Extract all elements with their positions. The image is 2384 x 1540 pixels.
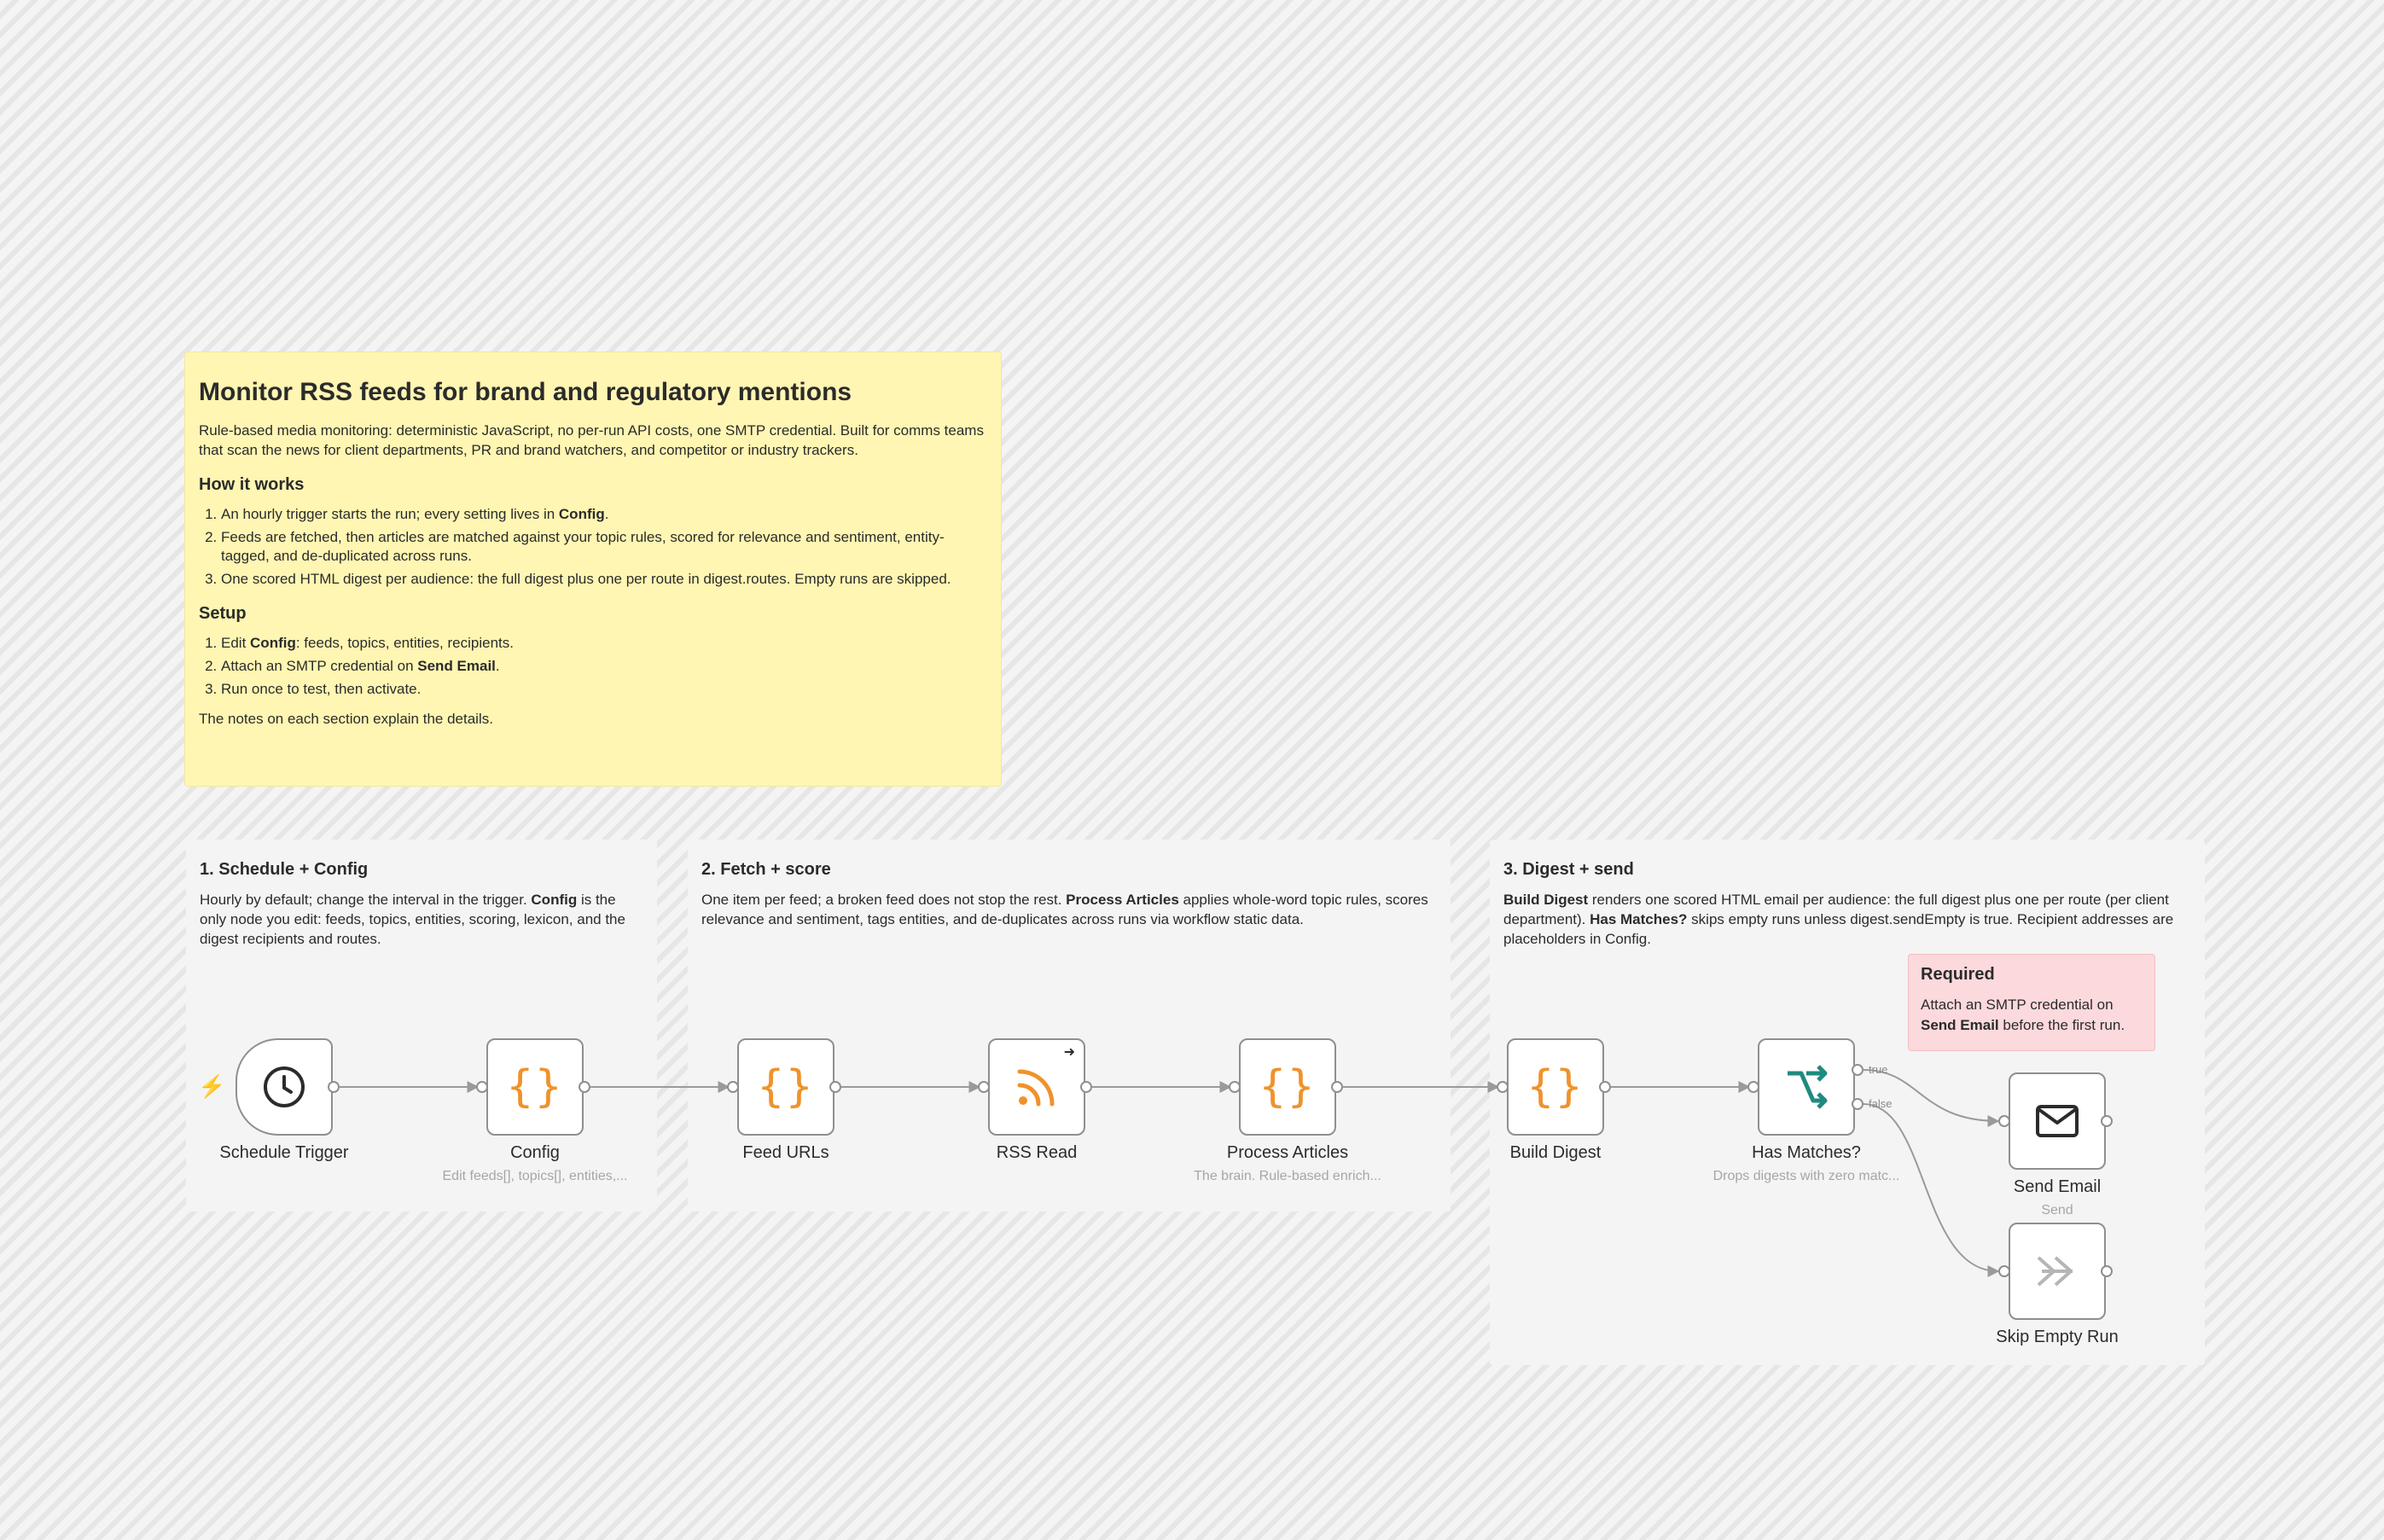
trigger-bolt-icon: ⚡ xyxy=(198,1073,226,1099)
output-port[interactable] xyxy=(829,1081,841,1093)
input-port[interactable] xyxy=(727,1081,739,1093)
output-port[interactable] xyxy=(2101,1265,2113,1277)
node-label: Build Digest xyxy=(1509,1143,1602,1162)
false-branch-label: false xyxy=(1869,1097,1893,1110)
node-label: RSS Read xyxy=(996,1143,1078,1162)
edge-true-sendemail xyxy=(1863,1069,2000,1127)
input-port[interactable] xyxy=(1998,1115,2010,1127)
input-port[interactable] xyxy=(1747,1081,1759,1093)
node-subtitle: The brain. Rule-based enrich... xyxy=(1194,1169,1381,1183)
code-braces-icon: {} xyxy=(506,1061,564,1113)
output-port[interactable] xyxy=(2101,1115,2113,1127)
output-port[interactable] xyxy=(328,1081,340,1093)
input-port[interactable] xyxy=(1998,1265,2010,1277)
node-label: Has Matches? xyxy=(1752,1143,1861,1162)
node-has-matches[interactable] xyxy=(1758,1038,1855,1136)
output-port[interactable] xyxy=(1331,1081,1343,1093)
node-send-email[interactable] xyxy=(2009,1072,2106,1170)
code-braces-icon: {} xyxy=(1526,1061,1584,1113)
output-port[interactable] xyxy=(1599,1081,1611,1093)
false-output-port[interactable] xyxy=(1852,1098,1864,1110)
node-config[interactable]: {} xyxy=(486,1038,584,1136)
clock-icon xyxy=(264,1066,305,1107)
node-rss-read[interactable]: ➜ xyxy=(988,1038,1085,1136)
node-label: Feed URLs xyxy=(742,1143,829,1162)
output-port[interactable] xyxy=(1080,1081,1092,1093)
node-process-articles[interactable]: {} xyxy=(1239,1038,1336,1136)
workflow-canvas[interactable]: Monitor RSS feeds for brand and regulato… xyxy=(0,0,2384,1540)
if-branch-icon xyxy=(1788,1065,1828,1109)
input-port[interactable] xyxy=(476,1081,488,1093)
trigger-arrow-icon: ➜ xyxy=(1063,1045,1075,1060)
node-build-digest[interactable]: {} xyxy=(1507,1038,1604,1136)
node-schedule-trigger[interactable] xyxy=(235,1038,333,1136)
node-label: Process Articles xyxy=(1226,1143,1349,1162)
envelope-icon xyxy=(2036,1105,2079,1137)
node-feed-urls[interactable]: {} xyxy=(737,1038,834,1136)
output-port[interactable] xyxy=(579,1081,590,1093)
input-port[interactable] xyxy=(978,1081,990,1093)
code-braces-icon: {} xyxy=(757,1061,815,1113)
node-label: Config xyxy=(510,1143,560,1162)
noop-arrow-icon xyxy=(2037,1256,2073,1287)
node-subtitle: Drops digests with zero matc... xyxy=(1712,1169,1900,1183)
code-braces-icon: {} xyxy=(1259,1061,1317,1113)
node-label: Send Email xyxy=(2013,1177,2102,1196)
input-port[interactable] xyxy=(1229,1081,1241,1093)
node-subtitle: Send xyxy=(2041,1203,2073,1217)
true-branch-label: true xyxy=(1869,1063,1888,1076)
node-skip-empty-run[interactable] xyxy=(2009,1223,2106,1320)
true-output-port[interactable] xyxy=(1852,1064,1864,1076)
node-subtitle: Edit feeds[], topics[], entities,... xyxy=(442,1169,628,1183)
input-port[interactable] xyxy=(1497,1081,1509,1093)
rss-icon xyxy=(1017,1069,1055,1107)
node-label: Schedule Trigger xyxy=(219,1143,349,1162)
node-label: Skip Empty Run xyxy=(1996,1328,2119,1346)
